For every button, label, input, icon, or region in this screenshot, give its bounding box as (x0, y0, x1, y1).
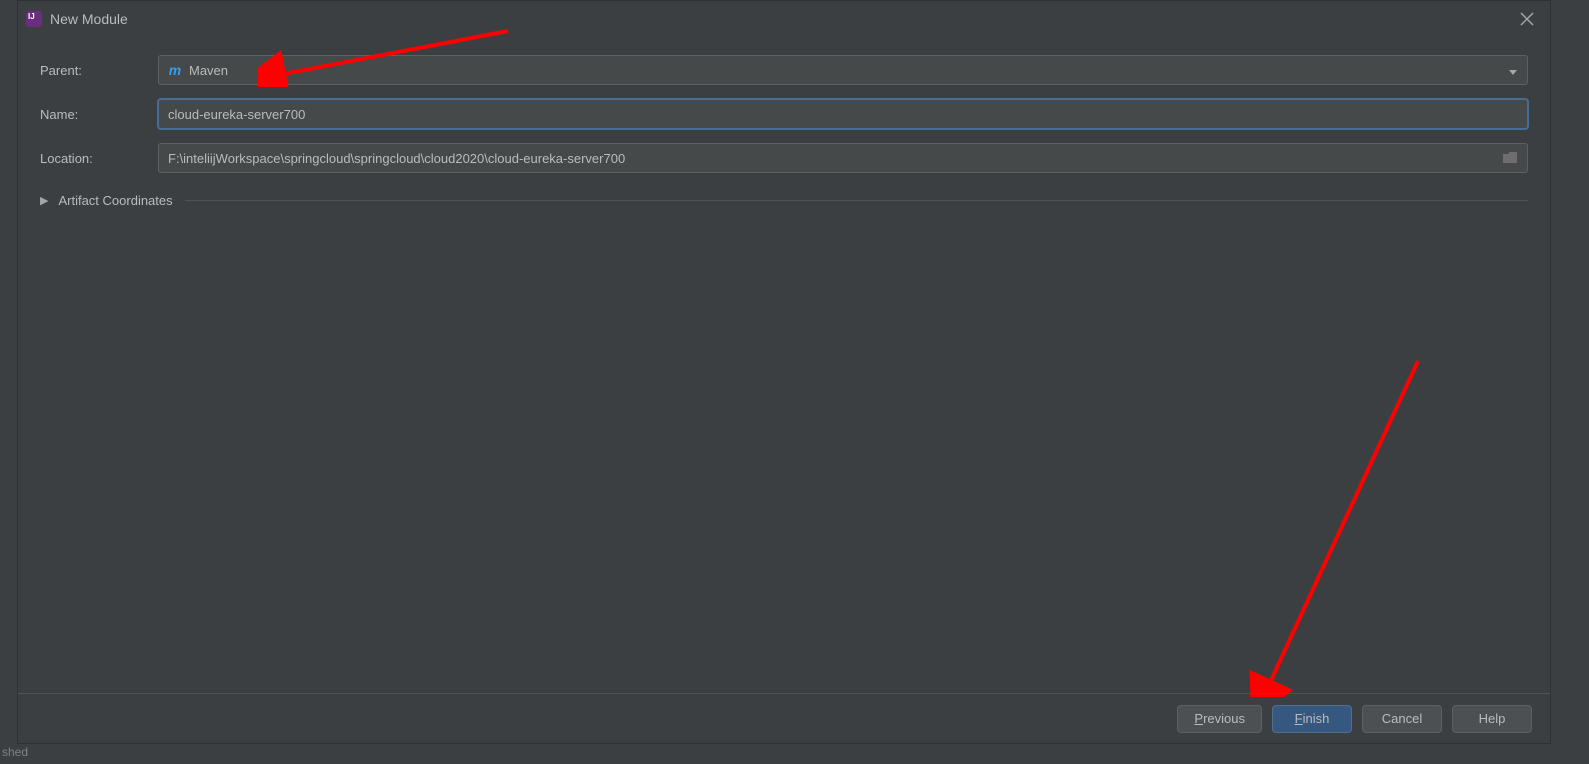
dialog-title: New Module (50, 11, 1512, 27)
location-row: Location: F:\inteliijWorkspace\springclo… (40, 143, 1528, 173)
status-text: shed (0, 745, 28, 759)
parent-dropdown-value: Maven (189, 63, 228, 78)
artifact-coordinates-label: Artifact Coordinates (58, 193, 172, 208)
new-module-dialog: New Module Parent: m Maven Name: Locatio… (17, 0, 1551, 744)
annotation-arrow-finish (1248, 357, 1438, 697)
maven-icon: m (167, 62, 183, 78)
name-row: Name: (40, 99, 1528, 129)
parent-row: Parent: m Maven (40, 55, 1528, 85)
chevron-down-icon (1509, 63, 1517, 78)
dialog-button-bar: Previous Finish Cancel Help (18, 693, 1550, 743)
cancel-button[interactable]: Cancel (1362, 705, 1442, 733)
finish-button-text: inish (1303, 711, 1330, 726)
parent-label: Parent: (40, 63, 158, 78)
name-input[interactable] (158, 99, 1528, 129)
dialog-title-bar: New Module (18, 1, 1550, 37)
location-label: Location: (40, 151, 158, 166)
name-label: Name: (40, 107, 158, 122)
close-icon[interactable] (1512, 4, 1542, 34)
divider (185, 200, 1528, 201)
chevron-right-icon: ▶ (40, 194, 48, 207)
artifact-coordinates-section[interactable]: ▶ Artifact Coordinates (40, 193, 1528, 208)
location-input[interactable]: F:\inteliijWorkspace\springcloud\springc… (158, 143, 1528, 173)
editor-gutter (0, 0, 17, 764)
intellij-icon (26, 11, 42, 27)
finish-button[interactable]: Finish (1272, 705, 1352, 733)
parent-dropdown[interactable]: m Maven (158, 55, 1528, 85)
right-strip (1551, 0, 1589, 764)
folder-icon[interactable] (1502, 151, 1518, 165)
help-button[interactable]: Help (1452, 705, 1532, 733)
dialog-content: Parent: m Maven Name: Location: F:\intel… (18, 37, 1550, 743)
previous-button-text: revious (1203, 711, 1245, 726)
location-value: F:\inteliijWorkspace\springcloud\springc… (168, 151, 1502, 166)
previous-button[interactable]: Previous (1177, 705, 1262, 733)
